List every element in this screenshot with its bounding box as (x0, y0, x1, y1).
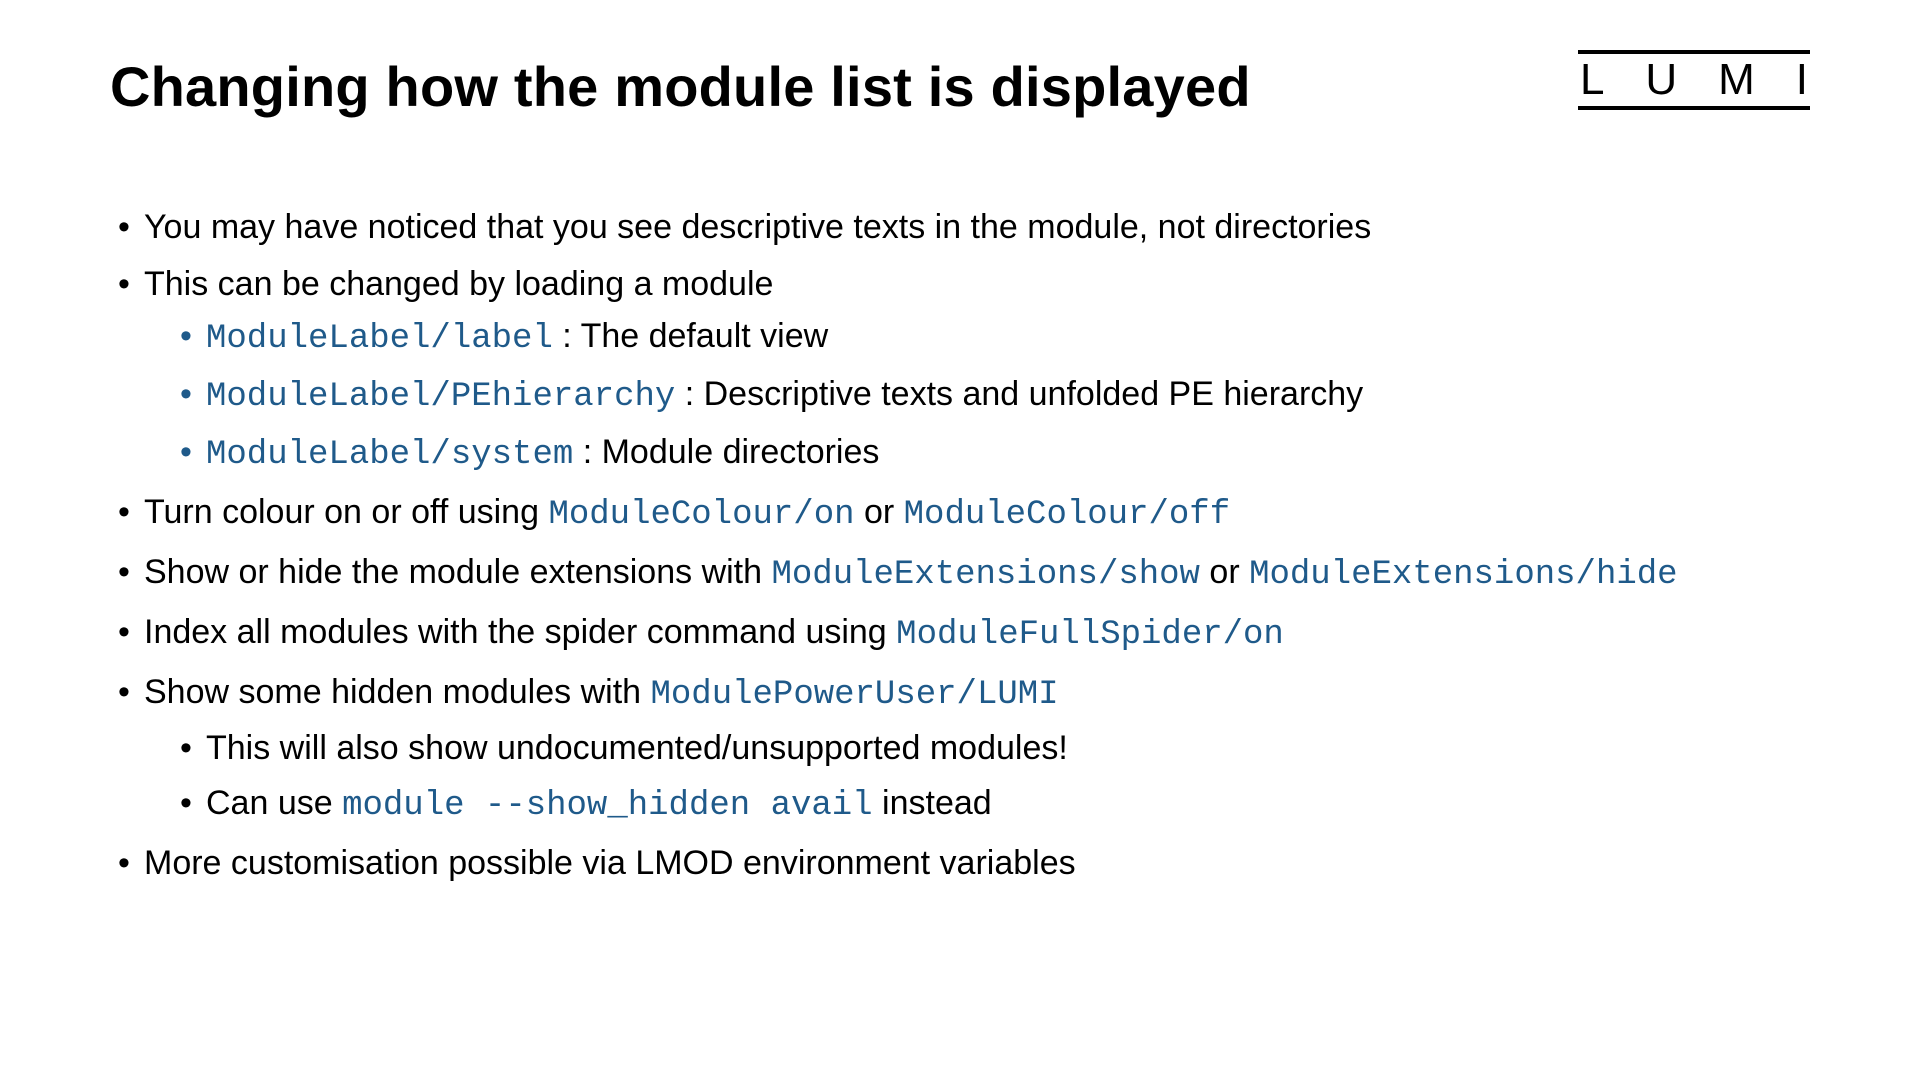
bullet-list: You may have noticed that you see descri… (110, 204, 1810, 887)
bullet-2c: ModuleLabel/system : Module directories (206, 429, 1810, 479)
bullet-1: You may have noticed that you see descri… (144, 204, 1810, 251)
bullet-6a: This will also show undocumented/unsuppo… (206, 725, 1810, 772)
bullet-2b-text: : Descriptive texts and unfolded PE hier… (675, 375, 1363, 413)
code-modulefullspider-on: ModuleFullSpider/on (896, 616, 1284, 654)
logo-letter-i: I (1796, 58, 1808, 102)
slide-title: Changing how the module list is displaye… (110, 56, 1251, 118)
bullet-4-mid: or (1200, 553, 1249, 591)
bullet-6a-text: This will also show undocumented/unsuppo… (206, 729, 1068, 767)
bullet-7: More customisation possible via LMOD env… (144, 840, 1810, 887)
bullet-2a: ModuleLabel/label : The default view (206, 313, 1810, 363)
bullet-6-pre: Show some hidden modules with (144, 673, 651, 711)
logo-letter-l: L (1580, 58, 1604, 102)
bullet-2a-text: : The default view (553, 317, 828, 355)
slide: Changing how the module list is displaye… (0, 0, 1920, 1080)
bullet-2-text: This can be changed by loading a module (144, 265, 773, 303)
code-modulelabel-system: ModuleLabel/system (206, 436, 573, 474)
bullet-2-sublist: ModuleLabel/label : The default view Mod… (144, 313, 1810, 479)
bullet-2b: ModuleLabel/PEhierarchy : Descriptive te… (206, 371, 1810, 421)
logo-letter-u: U (1645, 58, 1677, 102)
logo-bar-bottom (1578, 106, 1810, 110)
bullet-5: Index all modules with the spider comman… (144, 609, 1810, 659)
bullet-6b-post: instead (873, 784, 992, 822)
code-moduleextensions-hide: ModuleExtensions/hide (1249, 556, 1677, 594)
bullet-2: This can be changed by loading a module … (144, 261, 1810, 480)
bullet-3-pre: Turn colour on or off using (144, 493, 548, 531)
code-modulecolour-on: ModuleColour/on (548, 496, 854, 534)
bullet-6b: Can use module --show_hidden avail inste… (206, 780, 1810, 830)
bullet-5-pre: Index all modules with the spider comman… (144, 613, 896, 651)
code-modulelabel-label: ModuleLabel/label (206, 320, 553, 358)
header: Changing how the module list is displaye… (110, 56, 1810, 118)
code-modulepoweruser-lumi: ModulePowerUser/LUMI (651, 676, 1059, 714)
logo-letters: L U M I (1578, 54, 1810, 106)
code-moduleextensions-show: ModuleExtensions/show (771, 556, 1199, 594)
bullet-4: Show or hide the module extensions with … (144, 549, 1810, 599)
lumi-logo: L U M I (1578, 50, 1810, 110)
code-modulecolour-off: ModuleColour/off (904, 496, 1230, 534)
code-modulelabel-pehierarchy: ModuleLabel/PEhierarchy (206, 378, 675, 416)
bullet-2c-text: : Module directories (573, 433, 879, 471)
bullet-4-pre: Show or hide the module extensions with (144, 553, 771, 591)
bullet-3: Turn colour on or off using ModuleColour… (144, 489, 1810, 539)
bullet-1-text: You may have noticed that you see descri… (144, 208, 1371, 246)
bullet-3-mid: or (855, 493, 904, 531)
code-module-show-hidden-avail: module --show_hidden avail (342, 787, 873, 825)
bullet-7-text: More customisation possible via LMOD env… (144, 844, 1076, 882)
logo-letter-m: M (1718, 58, 1755, 102)
bullet-6: Show some hidden modules with ModulePowe… (144, 669, 1810, 830)
bullet-6-sublist: This will also show undocumented/unsuppo… (144, 725, 1810, 830)
slide-body: You may have noticed that you see descri… (110, 204, 1810, 887)
bullet-6b-pre: Can use (206, 784, 342, 822)
